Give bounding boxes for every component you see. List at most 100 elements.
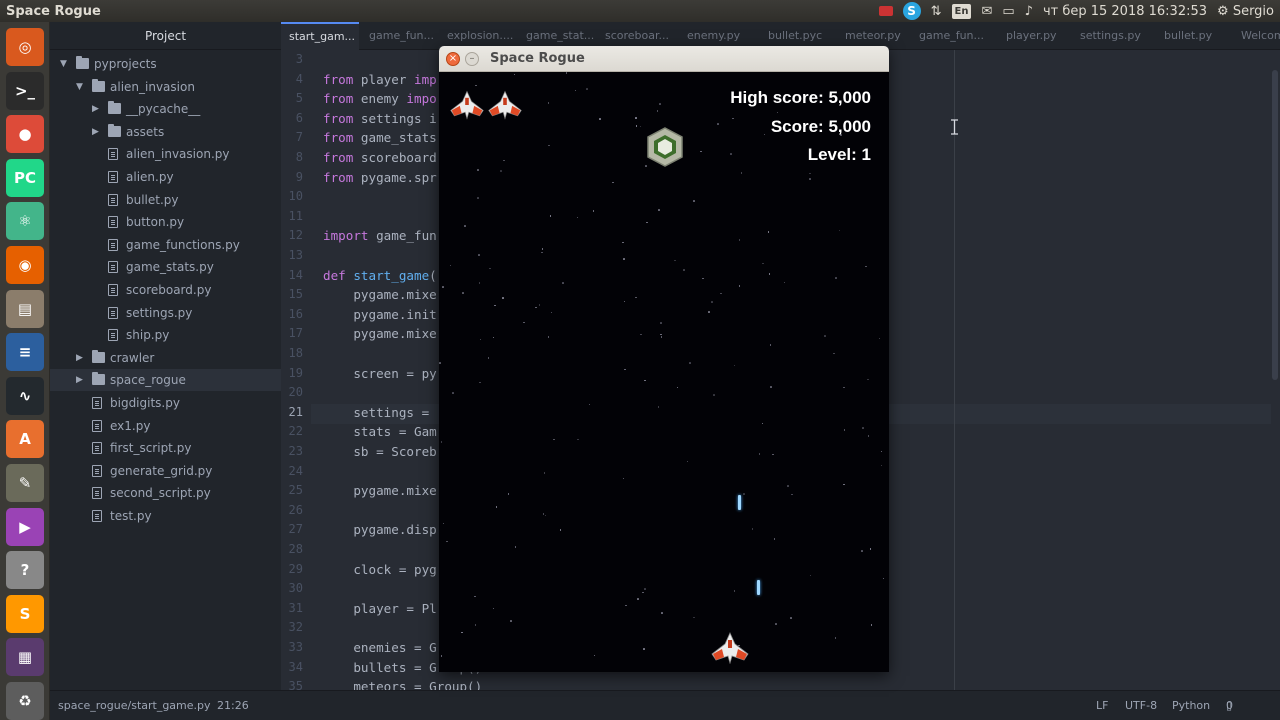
code-line: pygame.init — [323, 305, 436, 325]
editor-tab[interactable]: player.py — [998, 22, 1070, 50]
star — [843, 483, 845, 486]
trash-icon[interactable]: ♻ — [6, 682, 44, 720]
workspace-icon[interactable]: ▦ — [6, 638, 44, 677]
line-number: 14 — [288, 267, 303, 282]
gimp-icon[interactable]: ✎ — [6, 464, 44, 502]
star — [860, 550, 863, 552]
help-icon[interactable]: ? — [6, 551, 44, 590]
status-file-path[interactable]: space_rogue/start_game.py — [58, 691, 211, 720]
star — [559, 528, 562, 531]
status-line-ending[interactable]: LF — [1096, 691, 1108, 720]
tree-file[interactable]: settings.py — [50, 302, 281, 324]
tree-folder[interactable]: ▶ space_rogue — [50, 369, 281, 392]
tree-file[interactable]: first_script.py — [50, 437, 281, 459]
battery-icon[interactable]: ▭ — [1002, 4, 1014, 19]
tree-file[interactable]: generate_grid.py — [50, 460, 281, 482]
code-token: settings i — [353, 110, 437, 126]
tree-file[interactable]: test.py — [50, 505, 281, 527]
screen-recorder-icon[interactable]: ▶ — [6, 507, 44, 546]
dash-icon[interactable]: ◎ — [6, 28, 44, 66]
tree-file[interactable]: ex1.py — [50, 415, 281, 437]
tree-file[interactable]: alien_invasion.py — [50, 143, 281, 165]
chevron-right-icon[interactable]: ▶ — [92, 98, 102, 120]
editor-tab[interactable]: bullet.py — [1156, 22, 1231, 50]
tree-item-label: settings.py — [126, 305, 193, 320]
star — [768, 273, 771, 275]
window-close-button[interactable]: × — [446, 52, 460, 66]
tree-item-label: generate_grid.py — [110, 463, 213, 478]
code-token: player — [353, 71, 415, 87]
tree-folder[interactable]: ▶ assets — [50, 121, 281, 143]
folder-icon — [92, 349, 105, 363]
tree-folder[interactable]: ▶ crawler — [50, 347, 281, 369]
star — [834, 636, 837, 639]
editor-tab[interactable]: start_gam... — [281, 22, 359, 50]
editor-tab[interactable]: game_fun... — [361, 22, 437, 50]
star — [495, 506, 498, 508]
tree-file[interactable]: game_stats.py — [50, 256, 281, 278]
writer-icon[interactable]: ≡ — [6, 333, 44, 372]
file-icon — [108, 193, 118, 206]
tree-file[interactable]: alien.py — [50, 166, 281, 188]
tree-file[interactable]: second_script.py — [50, 482, 281, 504]
tree-item-label: space_rogue — [110, 373, 186, 388]
tree-file[interactable]: bullet.py — [50, 189, 281, 211]
file-icon — [108, 171, 118, 183]
star — [644, 587, 646, 590]
editor-tab[interactable]: settings.py — [1072, 22, 1154, 50]
chevron-down-icon[interactable]: ▼ — [76, 76, 86, 98]
files-icon[interactable]: ▤ — [6, 289, 44, 328]
tree-folder[interactable]: ▼ alien_invasion — [50, 76, 281, 98]
line-number: 20 — [288, 385, 303, 400]
keyboard-layout-indicator[interactable]: En — [951, 3, 972, 19]
terminal-icon[interactable]: >_ — [6, 71, 44, 110]
chevron-right-icon[interactable]: ▶ — [92, 121, 102, 143]
game-canvas[interactable]: High score: 5,000 Score: 5,000 Level: 1 — [439, 72, 889, 672]
status-grammar[interactable]: Python — [1172, 691, 1210, 720]
star — [656, 110, 659, 112]
code-line: enemies = G — [323, 638, 436, 658]
chrome-icon[interactable]: ● — [6, 115, 44, 154]
atom-icon[interactable]: ⚛ — [6, 202, 44, 241]
tree-folder[interactable]: ▼ pyprojects — [50, 53, 281, 75]
star — [833, 352, 835, 355]
pycharm-icon[interactable]: PC — [6, 158, 44, 197]
record-icon[interactable] — [878, 6, 893, 16]
sublime-icon[interactable]: S — [6, 594, 44, 633]
game-window-titlebar[interactable]: × – Space Rogue — [439, 46, 889, 72]
code-line: clock = pyg — [323, 560, 436, 580]
tree-file[interactable]: button.py — [50, 211, 281, 233]
volume-icon[interactable]: ♪ — [1025, 4, 1033, 19]
tree-file[interactable]: ship.py — [50, 324, 281, 346]
firefox-icon[interactable]: ◉ — [6, 246, 44, 284]
chevron-right-icon[interactable]: ▶ — [76, 369, 86, 391]
tree-file[interactable]: game_functions.py — [50, 234, 281, 256]
tree-file[interactable]: bigdigits.py — [50, 392, 281, 414]
network-icon[interactable]: ⇅ — [931, 4, 942, 19]
star — [440, 655, 443, 657]
tree-file[interactable]: scoreboard.py — [50, 279, 281, 301]
star — [476, 169, 479, 171]
game-window[interactable]: × – Space Rogue High score: 5,000 Score:… — [439, 46, 889, 672]
system-monitor-icon[interactable]: ∿ — [6, 376, 44, 415]
datetime-indicator[interactable]: чт бер 15 2018 16:32:53 — [1043, 4, 1207, 19]
skype-icon[interactable]: S — [902, 2, 921, 20]
software-center-icon[interactable]: A — [6, 420, 44, 459]
code-line: sb = Scoreb — [323, 442, 436, 462]
chevron-right-icon[interactable]: ▶ — [76, 347, 86, 369]
mail-icon[interactable]: ✉ — [981, 4, 992, 19]
code-line: from player imp — [323, 70, 437, 90]
tree-folder[interactable]: ▶ __pycache__ — [50, 98, 281, 120]
status-encoding[interactable]: UTF-8 — [1125, 691, 1157, 720]
line-number: 32 — [288, 620, 303, 635]
line-number: 33 — [288, 640, 303, 654]
window-minimize-button[interactable]: – — [465, 52, 479, 66]
chevron-down-icon[interactable]: ▼ — [60, 53, 70, 75]
editor-scrollbar[interactable] — [1272, 70, 1278, 380]
editor-tab[interactable]: Welcom — [1233, 22, 1280, 50]
editor-tab[interactable]: game_fun... — [911, 22, 996, 50]
star — [622, 477, 625, 480]
user-menu[interactable]: ⚙ Sergio — [1217, 4, 1274, 19]
file-icon — [108, 329, 118, 342]
status-cursor-position[interactable]: 21:26 — [217, 691, 249, 720]
